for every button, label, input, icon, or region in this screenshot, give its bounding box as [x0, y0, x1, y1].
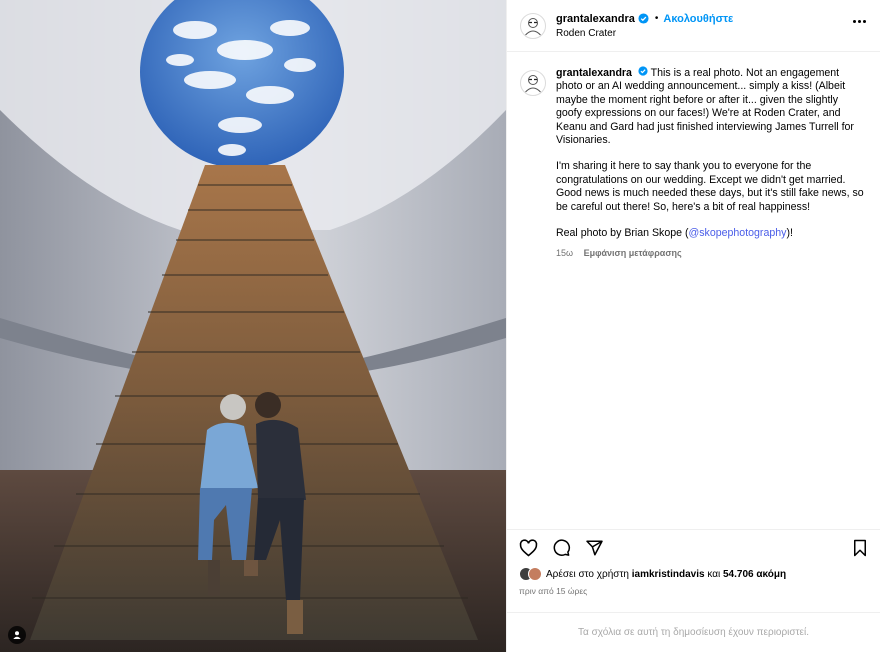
- more-options-icon[interactable]: [853, 20, 866, 23]
- verified-badge-icon: [638, 66, 648, 76]
- avatar[interactable]: [520, 70, 546, 96]
- avatar[interactable]: [520, 12, 546, 39]
- post-dialog: grantalexandra • Ακολουθήστε Roden Crate…: [0, 0, 880, 652]
- caption-text-2: I'm sharing it here to say thank you to …: [556, 160, 864, 213]
- post-header: grantalexandra • Ακολουθήστε Roden Crate…: [507, 0, 880, 52]
- comments-restricted-notice: Τα σχόλια σε αυτή τη δημοσίευση έχουν πε…: [507, 612, 880, 652]
- separator-dot: •: [654, 13, 659, 24]
- credit-prefix: Real photo by Brian Skope (: [556, 227, 689, 240]
- likes-row: Αρέσει στο χρήστη iamkristindavis και 54…: [507, 565, 880, 583]
- paper-plane-icon[interactable]: [585, 539, 604, 557]
- action-bar: [507, 529, 880, 565]
- post-photo[interactable]: [0, 0, 506, 652]
- credit-handle-link[interactable]: @skopephotography: [689, 227, 787, 239]
- translate-button[interactable]: Εμφάνιση μετάφρασης: [584, 248, 682, 258]
- username-link[interactable]: grantalexandra: [556, 13, 635, 25]
- likes-prefix: Αρέσει στο χρήστη: [546, 568, 629, 580]
- likes-count-link[interactable]: 54.706 ακόμη: [723, 569, 786, 580]
- post-timestamp[interactable]: πριν από 15 ώρες: [507, 586, 880, 612]
- caption-meta: 15ω Εμφάνιση μετάφρασης: [556, 247, 866, 260]
- caption-credit: Real photo by Brian Skope (@skopephotogr…: [556, 227, 866, 240]
- comment-icon[interactable]: [552, 539, 571, 557]
- bookmark-icon[interactable]: [852, 539, 868, 557]
- heart-icon[interactable]: [519, 538, 538, 557]
- likes-middle: και: [707, 568, 721, 580]
- credit-suffix: )!: [786, 227, 793, 240]
- caption-paragraph: grantalexandra This is a real photo. Not…: [556, 66, 866, 147]
- caption-username-link[interactable]: grantalexandra: [556, 67, 632, 79]
- location-link[interactable]: Roden Crater: [556, 28, 733, 39]
- caption-area: grantalexandra This is a real photo. Not…: [507, 52, 880, 529]
- liker-username-link[interactable]: iamkristindavis: [632, 569, 705, 580]
- user-tag-icon[interactable]: [8, 626, 26, 644]
- verified-badge-icon: [638, 13, 649, 24]
- post-side-panel: grantalexandra • Ακολουθήστε Roden Crate…: [506, 0, 880, 652]
- follow-button[interactable]: Ακολουθήστε: [663, 13, 733, 25]
- photo-scene: [0, 0, 506, 652]
- liker-avatar[interactable]: [528, 567, 542, 581]
- post-age: 15ω: [556, 248, 574, 259]
